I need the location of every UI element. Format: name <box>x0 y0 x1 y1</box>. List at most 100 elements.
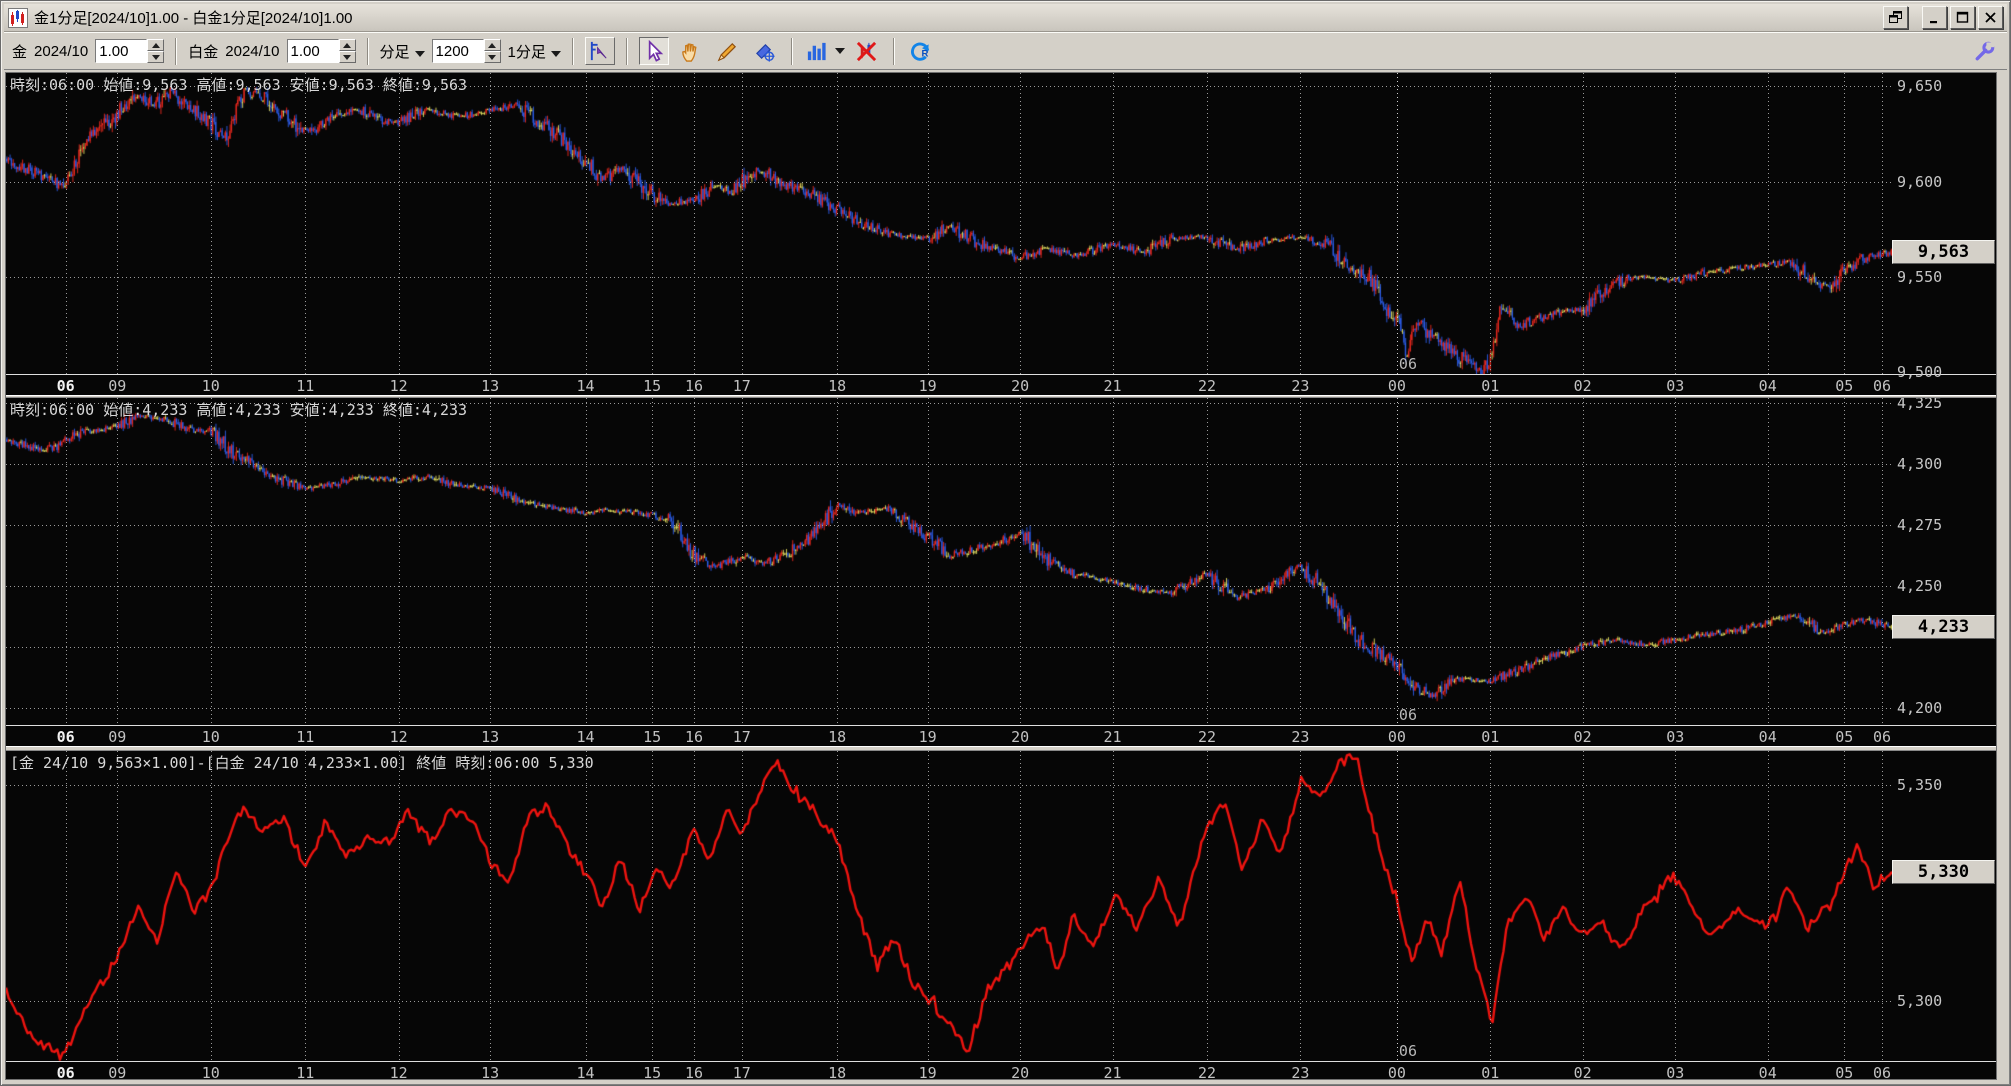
float-window-button[interactable] <box>1883 6 1908 29</box>
vertical-gridline <box>1020 398 1022 725</box>
day-marker-label: 06 <box>1398 706 1417 724</box>
vertical-gridline <box>1767 73 1769 374</box>
hour-label: 06 <box>56 1064 75 1080</box>
vertical-gridline <box>927 73 929 374</box>
bar-type-dropdown[interactable]: 分足 <box>380 41 425 62</box>
hour-label: 12 <box>389 377 408 395</box>
bar-count-input[interactable] <box>431 39 484 63</box>
vertical-gridline <box>1300 398 1302 725</box>
hour-label: 20 <box>1011 377 1030 395</box>
hour-label: 17 <box>732 377 751 395</box>
toolbar-separator <box>625 37 628 65</box>
hour-label: 06 <box>56 377 75 395</box>
horizontal-gridline <box>6 463 1892 465</box>
pan-hand-button[interactable] <box>676 37 706 65</box>
hour-label: 00 <box>1387 1064 1406 1080</box>
gold-multiplier-up-button[interactable] <box>147 39 165 51</box>
vertical-gridline <box>1675 398 1677 725</box>
hour-label: 02 <box>1573 1064 1592 1080</box>
horizontal-gridline <box>6 524 1892 526</box>
platinum-multiplier-spinbox <box>286 39 356 63</box>
gold-candles-canvas[interactable] <box>6 73 1892 374</box>
hour-label: 22 <box>1197 1064 1217 1080</box>
hour-label: 10 <box>201 728 220 746</box>
vertical-gridline <box>1882 73 1883 374</box>
select-cursor-button[interactable] <box>638 37 669 65</box>
hour-label: 00 <box>1387 728 1406 746</box>
spread-line-canvas[interactable] <box>6 751 1892 1061</box>
spread-panel: 06 5,350 5,300 5,330 [金 24/10 9,563×1.00]-… <box>6 751 1996 1080</box>
vertical-gridline <box>210 73 212 374</box>
marker-crosshair-button[interactable] <box>750 37 780 65</box>
titlebar: 金1分足[2024/10]1.00 - 白金1分足[2024/10]1.00 <box>4 4 2007 32</box>
marker-crosshair-icon <box>756 43 775 62</box>
vertical-gridline <box>1020 751 1022 1061</box>
vertical-gridline <box>65 73 67 374</box>
chevron-down-icon <box>834 48 845 54</box>
minimize-button[interactable] <box>1922 6 1947 29</box>
bar-count-up-button[interactable] <box>483 39 501 51</box>
vertical-gridline <box>305 398 307 725</box>
toolbar-separator <box>790 37 793 65</box>
hour-label: 01 <box>1481 728 1500 746</box>
vertical-gridline <box>1112 751 1114 1061</box>
bar-count-spinbox <box>431 39 501 63</box>
platinum-candles-canvas[interactable] <box>6 398 1892 725</box>
maximize-button[interactable] <box>1950 6 1975 29</box>
platinum-contract-month: 2024/10 <box>225 42 280 60</box>
platinum-multiplier-down-button[interactable] <box>338 51 356 63</box>
platinum-symbol-label: 白金 <box>188 43 219 61</box>
refresh-button[interactable]: R <box>906 37 936 65</box>
gold-multiplier-down-button[interactable] <box>147 51 165 63</box>
vertical-gridline <box>1396 73 1398 374</box>
horizontal-gridline <box>6 1000 1892 1002</box>
vertical-gridline <box>652 398 654 725</box>
hour-label: 10 <box>201 377 220 395</box>
price-axis-label: 9,650 <box>1897 77 1943 96</box>
platinum-panel: 06 4,325 4,300 4,275 4,250 4,200 4,233 時刻:06:… <box>6 398 1996 746</box>
vertical-gridline <box>585 73 587 374</box>
delete-drawings-button[interactable] <box>852 37 882 65</box>
vertical-gridline <box>1300 73 1302 374</box>
svg-text:R: R <box>922 48 929 59</box>
price-axis-label: 5,350 <box>1897 776 1943 795</box>
hour-label: 01 <box>1481 1064 1500 1080</box>
toolbar: 金 2024/10 白金 2024/10 分足 1分足 <box>4 32 2007 70</box>
hour-label: 19 <box>918 1064 937 1080</box>
chart-cursor-mode-icon <box>591 41 607 60</box>
vertical-gridline <box>1207 751 1208 1061</box>
timeframe-dropdown[interactable]: 1分足 <box>508 41 561 62</box>
vertical-gridline <box>490 751 492 1061</box>
vertical-gridline <box>398 398 400 725</box>
chart-cursor-mode-button[interactable] <box>584 37 615 65</box>
hour-label: 16 <box>684 728 704 746</box>
vertical-gridline <box>117 398 119 725</box>
chart-type-dropdown-button[interactable] <box>804 37 845 65</box>
spread-plot[interactable]: 06 5,350 5,300 5,330 [金 24/10 9,563×1.00]-… <box>6 751 1996 1061</box>
hour-label: 23 <box>1291 1064 1310 1080</box>
platinum-multiplier-up-button[interactable] <box>338 39 356 51</box>
vertical-gridline <box>1675 751 1677 1061</box>
close-button[interactable] <box>1978 6 2003 29</box>
hour-label: 05 <box>1835 1064 1854 1080</box>
platinum-multiplier-input[interactable] <box>286 39 339 63</box>
platinum-time-axis: 06 09 10 11 12 13 14 15 16 17 18 19 20 21 22 23 00 01 02 03… <box>6 725 1996 746</box>
platinum-plot[interactable]: 06 4,325 4,300 4,275 4,250 4,200 4,233 時刻:06:… <box>6 398 1996 725</box>
chevron-down-icon <box>414 50 425 57</box>
vertical-gridline <box>837 73 839 374</box>
vertical-gridline <box>1844 751 1846 1061</box>
vertical-gridline <box>117 751 119 1061</box>
hour-label: 02 <box>1573 728 1592 746</box>
current-price-tag: 4,233 <box>1892 615 1995 640</box>
vertical-gridline <box>1396 751 1398 1061</box>
hour-label: 17 <box>732 1064 751 1080</box>
hour-label: 06 <box>1872 377 1892 395</box>
draw-pencil-button[interactable] <box>713 37 743 65</box>
bar-count-down-button[interactable] <box>483 51 501 63</box>
settings-wrench-button[interactable] <box>1969 37 1999 65</box>
gold-plot[interactable]: 06 9,650 9,600 9,550 9,500 9,563 時刻:06:00 始値… <box>6 73 1996 380</box>
gold-multiplier-input[interactable] <box>95 39 148 63</box>
hour-label: 14 <box>576 377 595 395</box>
vertical-gridline <box>741 751 743 1061</box>
hour-label: 06 <box>1872 1064 1892 1080</box>
